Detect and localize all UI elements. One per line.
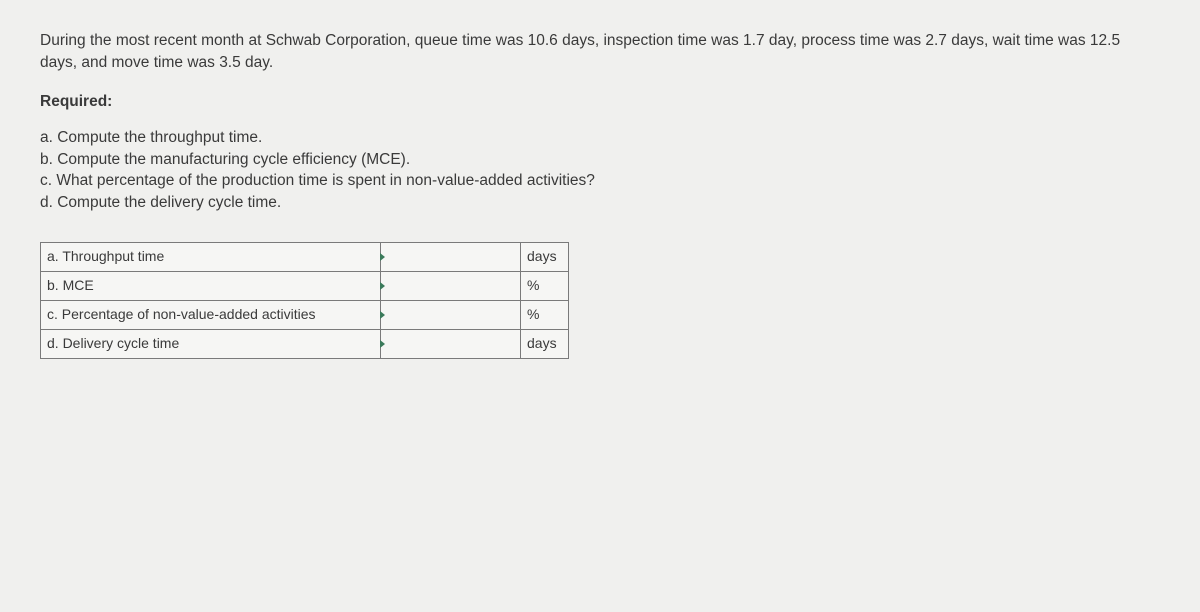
questions-block: a. Compute the throughput time. b. Compu…	[40, 127, 1160, 214]
input-marker-icon	[380, 253, 385, 261]
row-input-cell-d	[381, 329, 521, 358]
problem-statement: During the most recent month at Schwab C…	[40, 30, 1160, 73]
row-input-cell-b	[381, 271, 521, 300]
nva-percentage-input[interactable]	[387, 304, 514, 326]
row-unit-d: days	[521, 329, 569, 358]
required-label: Required:	[40, 91, 1160, 113]
throughput-time-input[interactable]	[387, 246, 514, 268]
row-unit-b: %	[521, 271, 569, 300]
table-row: b. MCE %	[41, 271, 569, 300]
input-marker-icon	[380, 311, 385, 319]
table-row: a. Throughput time days	[41, 242, 569, 271]
mce-input[interactable]	[387, 275, 514, 297]
row-unit-a: days	[521, 242, 569, 271]
row-unit-c: %	[521, 300, 569, 329]
answer-table: a. Throughput time days b. MCE % c. Perc…	[40, 242, 569, 359]
row-label-c: c. Percentage of non-value-added activit…	[41, 300, 381, 329]
row-label-a: a. Throughput time	[41, 242, 381, 271]
question-a: a. Compute the throughput time.	[40, 127, 1160, 149]
delivery-cycle-time-input[interactable]	[387, 333, 514, 355]
row-input-cell-c	[381, 300, 521, 329]
row-label-d: d. Delivery cycle time	[41, 329, 381, 358]
table-row: c. Percentage of non-value-added activit…	[41, 300, 569, 329]
row-label-b: b. MCE	[41, 271, 381, 300]
question-b: b. Compute the manufacturing cycle effic…	[40, 149, 1160, 171]
table-row: d. Delivery cycle time days	[41, 329, 569, 358]
input-marker-icon	[380, 282, 385, 290]
question-d: d. Compute the delivery cycle time.	[40, 192, 1160, 214]
input-marker-icon	[380, 340, 385, 348]
row-input-cell-a	[381, 242, 521, 271]
question-c: c. What percentage of the production tim…	[40, 170, 1160, 192]
